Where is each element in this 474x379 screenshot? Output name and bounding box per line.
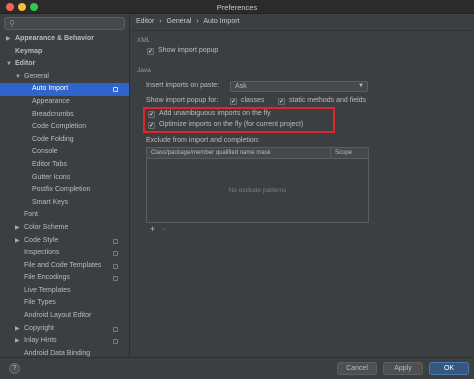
- tree-item-appearance-behavior[interactable]: ▶ Appearance & Behavior: [0, 33, 129, 46]
- tree-item-file-encodings[interactable]: File Encodings: [0, 272, 129, 285]
- add-unambiguous-imports-label: Add unambiguous imports on the fly: [159, 110, 271, 117]
- tree-item-code-folding[interactable]: Code Folding: [0, 134, 129, 147]
- tree-item-editor-tabs[interactable]: Editor Tabs: [0, 159, 129, 172]
- cancel-button[interactable]: Cancel: [337, 362, 377, 375]
- tree-item-code-style[interactable]: ▶ Code Style: [0, 235, 129, 248]
- chevron-down-icon: ▼: [358, 83, 364, 89]
- insert-imports-on-paste-select[interactable]: Ask ▼: [230, 81, 368, 92]
- settings-content: Editor › General › Auto Import XML ✓ Sho…: [131, 14, 474, 357]
- tree-item-smart-keys[interactable]: Smart Keys: [0, 197, 129, 210]
- xml-section-title: XML: [137, 37, 151, 44]
- tree-item-file-types[interactable]: File Types: [0, 297, 129, 310]
- tree-item-console[interactable]: Console: [0, 146, 129, 159]
- add-pattern-button[interactable]: +: [150, 224, 155, 234]
- project-settings-icon: [113, 87, 118, 93]
- window-title: Preferences: [216, 3, 258, 12]
- chevron-right-icon[interactable]: ▶: [15, 222, 20, 235]
- title-bar: Preferences: [0, 0, 474, 14]
- settings-search-input[interactable]: ⚲: [4, 17, 125, 30]
- settings-tree: ▶ Appearance & Behavior Keymap ▼ Editor …: [0, 33, 129, 357]
- column-divider: [330, 148, 331, 159]
- tree-item-appearance[interactable]: Appearance: [0, 96, 129, 109]
- tree-item-gutter-icons[interactable]: Gutter Icons: [0, 172, 129, 185]
- optimize-imports-checkbox[interactable]: ✓: [148, 122, 155, 129]
- tree-item-general[interactable]: ▼ General: [0, 71, 129, 84]
- tree-item-inspections[interactable]: Inspections: [0, 247, 129, 260]
- exclude-table-header: Class/package/member qualified name mask…: [147, 148, 368, 159]
- tree-item-keymap[interactable]: Keymap: [0, 46, 129, 59]
- tree-item-postfix-completion[interactable]: Postfix Completion: [0, 184, 129, 197]
- tree-item-android-layout-editor[interactable]: Android Layout Editor: [0, 310, 129, 323]
- show-import-popup-for-label: Show import popup for:: [146, 97, 219, 104]
- chevron-down-icon[interactable]: ▼: [6, 58, 12, 71]
- show-import-popup-xml-checkbox[interactable]: ✓: [147, 48, 154, 55]
- static-methods-checkbox[interactable]: ✓: [278, 98, 285, 105]
- tree-item-android-data-binding[interactable]: Android Data Binding: [0, 348, 129, 357]
- dialog-button-bar: ? Cancel Apply OK: [0, 357, 474, 379]
- classes-label: classes: [241, 97, 265, 104]
- project-settings-icon: [113, 339, 118, 345]
- tree-item-font[interactable]: Font: [0, 209, 129, 222]
- tree-item-code-completion[interactable]: Code Completion: [0, 121, 129, 134]
- empty-table-text: No exclude patterns: [228, 187, 287, 194]
- tree-item-color-scheme[interactable]: ▶ Color Scheme: [0, 222, 129, 235]
- chevron-right-icon[interactable]: ▶: [6, 33, 11, 46]
- tree-item-live-templates[interactable]: Live Templates: [0, 285, 129, 298]
- breadcrumb: Editor › General › Auto Import: [136, 18, 240, 25]
- chevron-right-icon[interactable]: ▶: [15, 335, 20, 348]
- tree-item-auto-import[interactable]: Auto Import: [0, 83, 129, 96]
- project-settings-icon: [113, 238, 118, 244]
- classes-checkbox[interactable]: ✓: [230, 98, 237, 105]
- tree-item-editor[interactable]: ▼ Editor: [0, 58, 129, 71]
- column-header-mask[interactable]: Class/package/member qualified name mask: [151, 150, 271, 156]
- tree-item-copyright[interactable]: ▶ Copyright: [0, 323, 129, 336]
- project-settings-icon: [113, 263, 118, 269]
- chevron-right-icon[interactable]: ▶: [15, 235, 20, 248]
- tree-item-inlay-hints[interactable]: ▶ Inlay Hints: [0, 335, 129, 348]
- table-toolbar: + −: [147, 224, 370, 235]
- chevron-down-icon[interactable]: ▼: [15, 71, 21, 84]
- help-button[interactable]: ?: [9, 363, 20, 374]
- chevron-right-icon[interactable]: ▶: [15, 323, 20, 336]
- search-icon: ⚲: [9, 19, 15, 28]
- project-settings-icon: [113, 276, 118, 282]
- add-unambiguous-imports-checkbox[interactable]: ✓: [148, 111, 155, 118]
- tree-item-file-code-templates[interactable]: File and Code Templates: [0, 260, 129, 273]
- project-settings-icon: [113, 326, 118, 332]
- java-section-title: Java: [137, 67, 151, 74]
- insert-imports-on-paste-label: Insert imports on paste:: [146, 82, 220, 89]
- optimize-imports-label: Optimize imports on the fly (for current…: [159, 121, 304, 128]
- ok-button[interactable]: OK: [429, 362, 469, 375]
- column-header-scope[interactable]: Scope: [335, 150, 352, 156]
- tree-item-breadcrumbs[interactable]: Breadcrumbs: [0, 109, 129, 122]
- remove-pattern-button[interactable]: −: [161, 224, 166, 234]
- settings-sidebar: ⚲ ▶ Appearance & Behavior Keymap ▼ Edito…: [0, 14, 130, 357]
- show-import-popup-xml-label: Show import popup: [158, 47, 219, 54]
- project-settings-icon: [113, 251, 118, 257]
- exclude-label: Exclude from import and completion:: [146, 137, 260, 144]
- header-divider: [131, 30, 474, 31]
- static-methods-label: static methods and fields: [289, 97, 367, 104]
- exclude-table[interactable]: Class/package/member qualified name mask…: [146, 147, 369, 234]
- apply-button[interactable]: Apply: [383, 362, 423, 375]
